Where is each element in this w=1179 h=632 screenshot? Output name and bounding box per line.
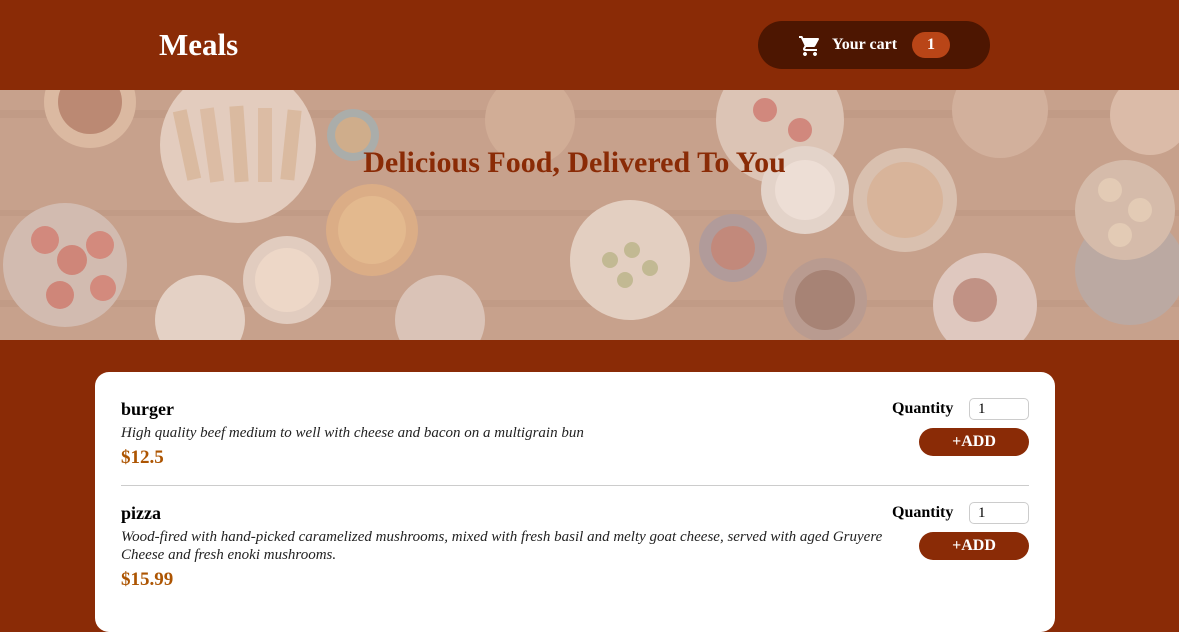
meals-list-card: burger High quality beef medium to well … bbox=[95, 372, 1055, 632]
quantity-input[interactable] bbox=[969, 502, 1029, 524]
quantity-label: Quantity bbox=[892, 504, 954, 521]
add-to-cart-button[interactable]: +ADD bbox=[919, 428, 1029, 456]
hero-title: Delicious Food, Delivered To You bbox=[363, 146, 786, 179]
meal-item-burger: burger High quality beef medium to well … bbox=[121, 372, 1029, 486]
add-to-cart-button[interactable]: +ADD bbox=[919, 532, 1029, 560]
quantity-label: Quantity bbox=[892, 400, 954, 417]
brand-title: Meals bbox=[159, 27, 239, 62]
quantity-input[interactable] bbox=[969, 398, 1029, 420]
meal-item-pizza: pizza Wood-fired with hand-picked carame… bbox=[121, 486, 1029, 626]
meal-description: Wood-fired with hand-picked caramelized … bbox=[121, 529, 883, 563]
food-table-image bbox=[0, 90, 1179, 340]
meal-name: pizza bbox=[121, 503, 161, 523]
hero-banner: Delicious Food, Delivered To You bbox=[0, 90, 1179, 340]
meal-description: High quality beef medium to well with ch… bbox=[121, 425, 584, 441]
cart-button[interactable]: Your cart 1 bbox=[758, 21, 990, 69]
meal-price: $15.99 bbox=[121, 569, 174, 590]
shopping-cart-icon bbox=[799, 36, 820, 56]
meal-name: burger bbox=[121, 399, 174, 419]
cart-count-badge: 1 bbox=[912, 32, 950, 58]
meal-price: $12.5 bbox=[121, 447, 164, 468]
app-header: Meals Your cart 1 bbox=[0, 0, 1179, 90]
cart-label: Your cart bbox=[832, 36, 898, 53]
